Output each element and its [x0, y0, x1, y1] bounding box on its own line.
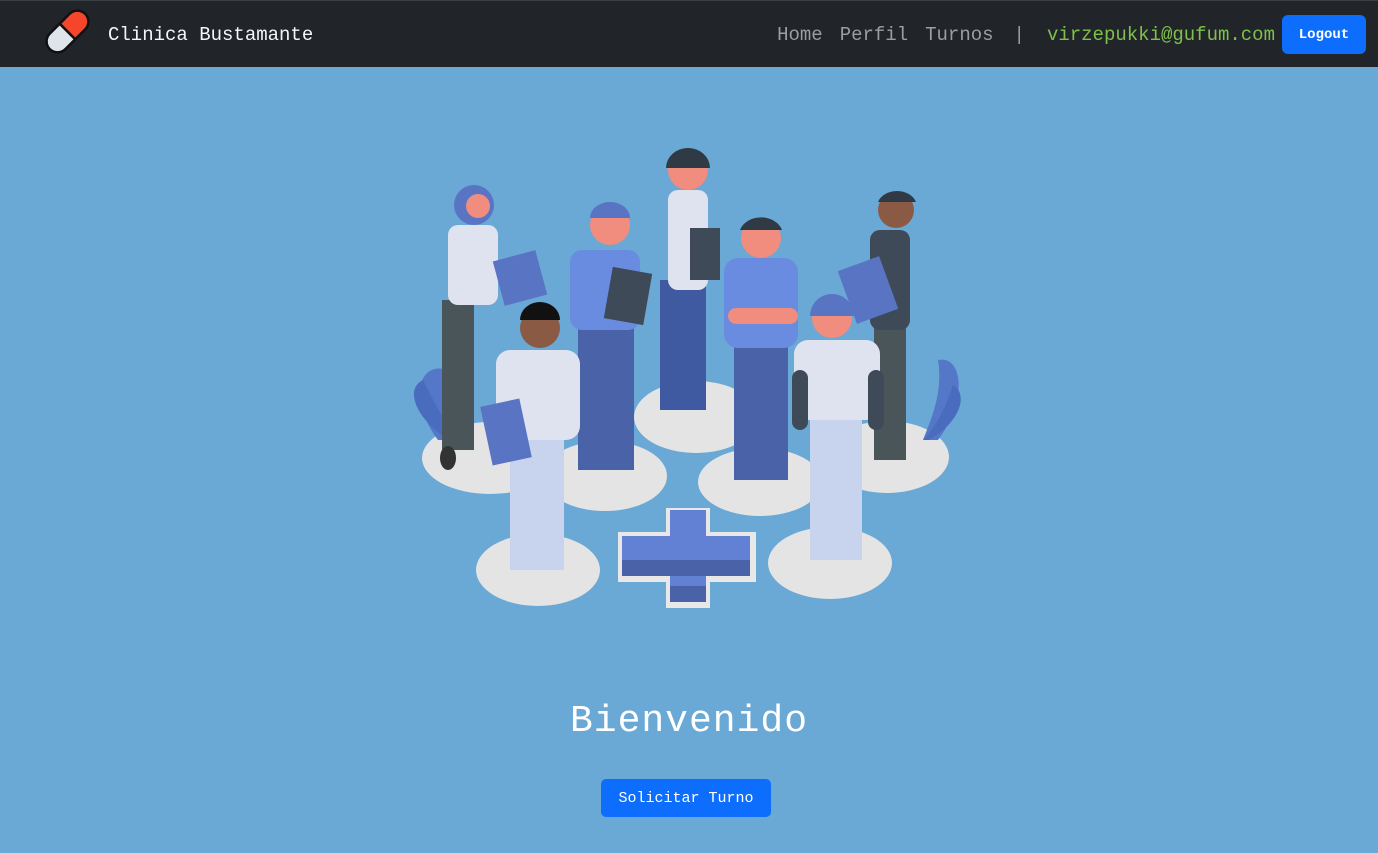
nav-home-link[interactable]: Home: [777, 24, 823, 46]
solicitar-turno-button[interactable]: Solicitar Turno: [601, 779, 771, 817]
welcome-heading: Bienvenido: [569, 700, 809, 743]
navbar: Clinica Bustamante Home Perfil Turnos | …: [0, 0, 1378, 67]
nav-perfil-link[interactable]: Perfil: [840, 24, 908, 46]
nav-links: Home Perfil Turnos | virzepukki@gufum.co…: [760, 1, 1275, 68]
pill-capsule-icon: [45, 9, 90, 54]
nav-separator: |: [1013, 23, 1025, 46]
brand[interactable]: Clinica Bustamante: [44, 9, 313, 61]
logout-button[interactable]: Logout: [1282, 15, 1366, 54]
medical-team-illustration: [413, 148, 961, 608]
user-email: virzepukki@gufum.com: [1046, 23, 1275, 46]
brand-name: Clinica Bustamante: [108, 24, 314, 46]
nav-turnos-link[interactable]: Turnos: [925, 24, 993, 46]
